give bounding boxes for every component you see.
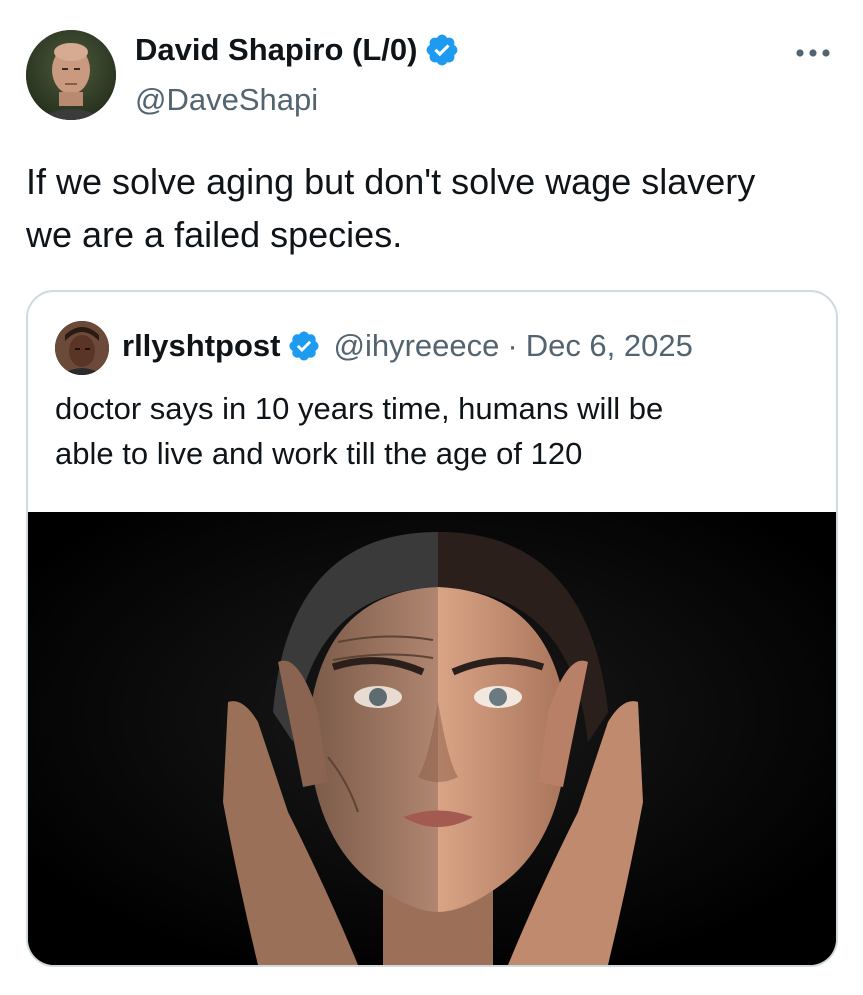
quoted-tweet-card[interactable]: rllyshtpost @ihyreeece · Dec 6, 2025 doc… xyxy=(26,290,838,967)
quoted-author-avatar[interactable] xyxy=(55,321,109,375)
separator-dot: · xyxy=(507,328,518,363)
avatar-photo-icon xyxy=(26,30,116,120)
quoted-tweet-header: rllyshtpost @ihyreeece · Dec 6, 2025 xyxy=(122,328,693,364)
author-avatar[interactable] xyxy=(26,30,116,120)
verified-badge-icon xyxy=(427,34,458,66)
quoted-author-handle[interactable]: @ihyreeece xyxy=(333,328,499,364)
quoted-author-name[interactable]: rllyshtpost xyxy=(122,328,280,364)
quoted-tweet-image[interactable] xyxy=(28,512,836,965)
more-options-button[interactable] xyxy=(790,38,836,68)
tweet-text: If we solve aging but don't solve wage s… xyxy=(26,161,756,255)
author-name-text: David Shapiro (L/0) xyxy=(135,32,418,67)
author-name[interactable]: David Shapiro (L/0) xyxy=(135,32,460,68)
verified-badge-icon xyxy=(289,331,319,361)
quoted-tweet-text: doctor says in 10 years time, humans wil… xyxy=(55,391,664,471)
more-options-icon xyxy=(796,49,830,57)
quoted-avatar-photo-icon xyxy=(55,321,109,375)
quoted-tweet-date[interactable]: Dec 6, 2025 xyxy=(526,328,693,364)
aging-face-photo-icon xyxy=(28,512,836,965)
author-handle[interactable]: @DaveShapi xyxy=(135,82,318,118)
